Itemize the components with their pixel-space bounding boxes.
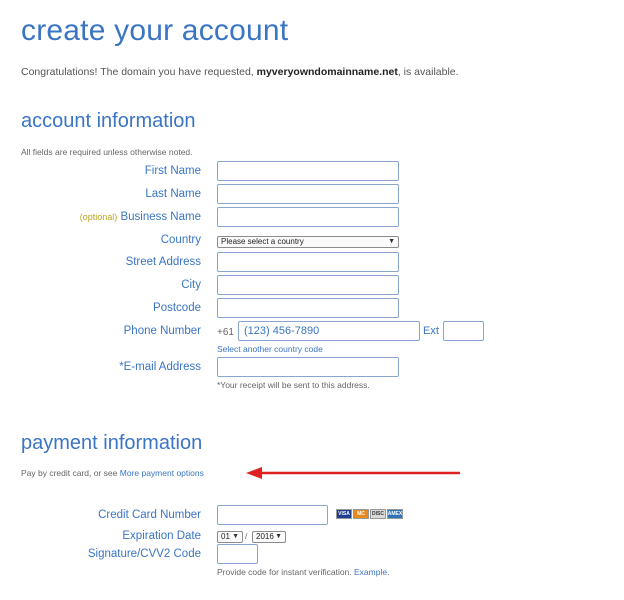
email-input[interactable] [217,357,399,377]
country-select[interactable]: Please select a country ▼ [217,236,399,248]
credit-card-number-label: Credit Card Number [98,509,201,521]
requested-domain: myveryowndomainname.net [256,66,398,78]
last-name-input[interactable] [217,184,399,204]
phone-country-prefix: +61 [217,327,234,338]
last-name-label: Last Name [145,188,201,200]
arrow-head [246,467,262,479]
email-receipt-note: *Your receipt will be sent to this addre… [217,380,370,390]
verification-note: Provide code for instant verification. E… [217,567,390,577]
amex-card-icon: AMEX [387,509,403,519]
pay-by-card-text: Pay by credit card, or see More payment … [21,468,204,478]
first-name-input[interactable] [217,161,399,181]
phone-ext-input[interactable] [443,321,484,341]
chevron-down-icon: ▼ [275,533,282,540]
business-name-input[interactable] [217,207,399,227]
country-label: Country [160,234,201,246]
example-link[interactable]: Example [354,567,387,577]
mastercard-icon: MC [353,509,369,519]
select-country-code-link[interactable]: Select another country code [217,344,323,354]
domain-availability-message: Congratulations! The domain you have req… [21,66,459,78]
phone-number-label: Phone Number [123,325,201,337]
optional-tag: (optional) [79,212,118,222]
visa-card-icon: VISA [336,509,352,519]
postcode-input[interactable] [217,298,399,318]
expiration-year-select[interactable]: 2016 ▼ [252,531,286,543]
street-address-input[interactable] [217,252,399,272]
street-address-label: Street Address [125,256,201,268]
business-name-label: (optional) Business Name [79,211,201,223]
credit-card-number-input[interactable] [217,505,328,525]
cvv-code-label: Signature/CVV2 Code [87,548,201,560]
expiration-month-select[interactable]: 01 ▼ [217,531,243,543]
first-name-label: First Name [144,165,201,177]
account-info-heading: account information [21,110,196,132]
discover-card-icon: DISC [370,509,386,519]
ext-label: Ext [423,325,439,337]
email-label: *E-mail Address [119,361,201,373]
accepted-cards: VISA MC DISC AMEX [336,509,403,519]
chevron-down-icon: ▼ [388,238,395,245]
cvv-code-input[interactable] [217,544,258,564]
city-input[interactable] [217,275,399,295]
postcode-label: Postcode [153,302,201,314]
chevron-down-icon: ▼ [232,533,239,540]
page-title: create your account [21,14,289,47]
phone-number-input[interactable]: (123) 456-7890 [238,321,420,341]
payment-info-heading: payment information [21,432,203,454]
city-label: City [181,279,201,291]
required-fields-note: All fields are required unless otherwise… [21,147,193,157]
red-arrow-icon [246,467,460,479]
expiration-date-label: Expiration Date [122,530,201,542]
expiration-separator: / [245,531,248,541]
more-payment-options-link[interactable]: More payment options [120,468,204,478]
